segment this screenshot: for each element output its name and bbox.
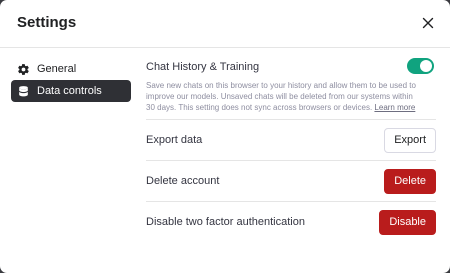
chat-history-description: Save new chats on this browser to your h… xyxy=(146,80,418,113)
delete-button[interactable]: Delete xyxy=(384,168,436,194)
chat-history-toggle[interactable] xyxy=(407,58,434,74)
export-button[interactable]: Export xyxy=(384,127,436,153)
export-data-label: Export data xyxy=(146,134,203,146)
sidebar-item-label: Data controls xyxy=(37,85,102,97)
close-icon[interactable] xyxy=(420,15,436,31)
sidebar-item-data-controls[interactable]: Data controls xyxy=(11,80,131,102)
dialog-title: Settings xyxy=(17,14,77,31)
database-icon xyxy=(17,85,30,98)
delete-account-label: Delete account xyxy=(146,175,220,187)
sidebar-item-label: General xyxy=(37,63,77,75)
chat-history-row: Chat History & Training xyxy=(146,57,436,77)
settings-sidebar: General Data controls xyxy=(11,58,131,102)
sidebar-item-general[interactable]: General xyxy=(11,58,131,80)
chat-history-label: Chat History & Training xyxy=(146,61,260,73)
export-data-row: Export data Export xyxy=(146,119,436,160)
learn-more-link[interactable]: Learn more xyxy=(374,103,415,112)
settings-dialog: Settings General Data controls Chat Hist… xyxy=(0,0,450,273)
disable-button[interactable]: Disable xyxy=(379,209,436,235)
dialog-header: Settings xyxy=(0,0,450,48)
gear-icon xyxy=(17,63,30,76)
toggle-knob xyxy=(420,60,432,72)
two-factor-row: Disable two factor authentication Disabl… xyxy=(146,201,436,242)
delete-account-row: Delete account Delete xyxy=(146,160,436,201)
two-factor-label: Disable two factor authentication xyxy=(146,216,305,228)
settings-content: Chat History & Training Save new chats o… xyxy=(146,57,436,242)
